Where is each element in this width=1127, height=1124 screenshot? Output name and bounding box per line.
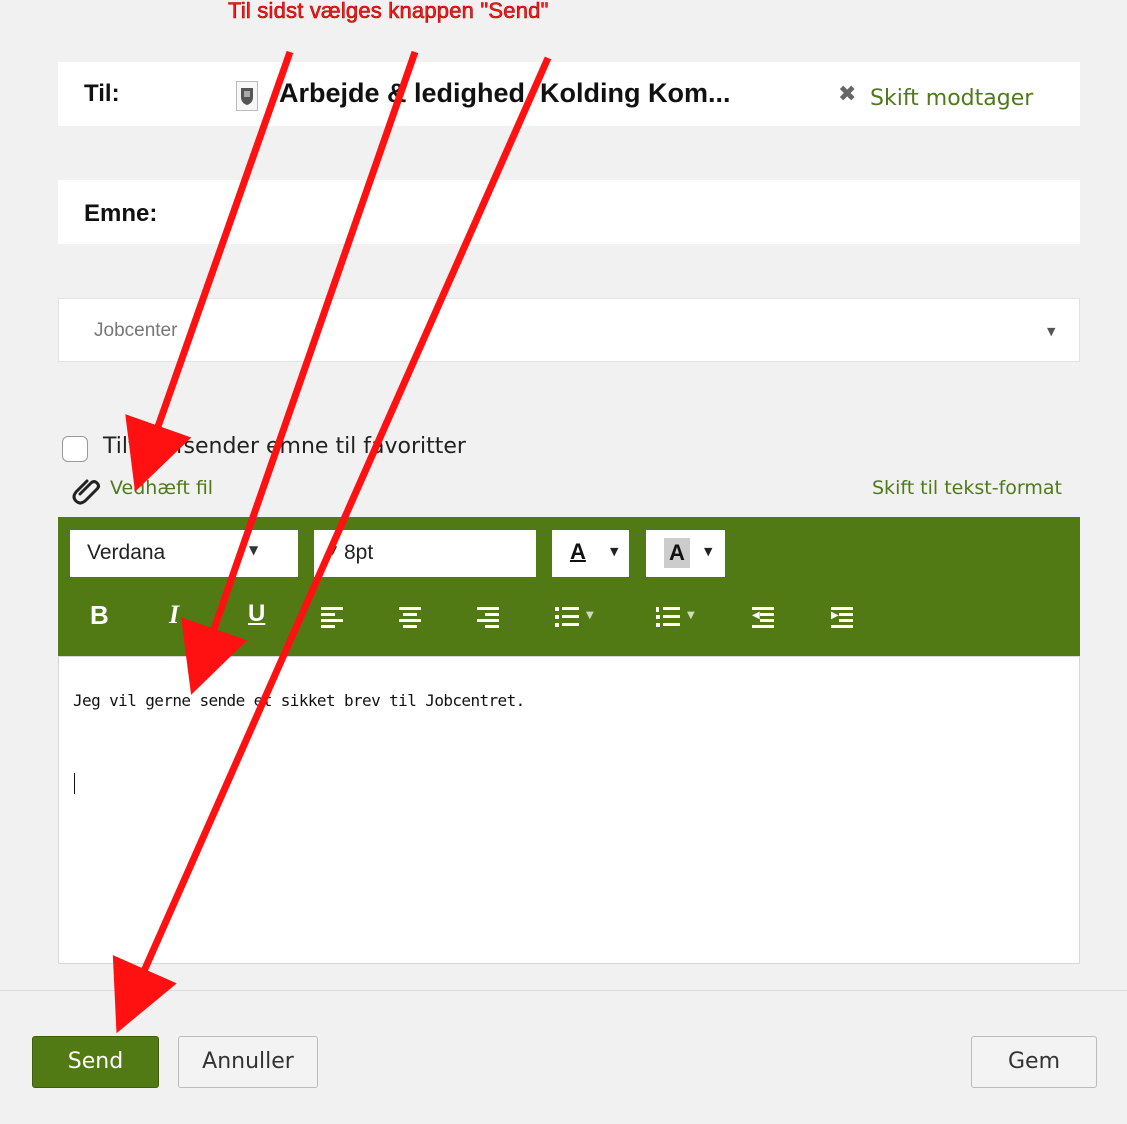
font-size-value: 8pt — [344, 541, 374, 564]
align-center-icon[interactable] — [399, 607, 421, 629]
bold-button[interactable]: B — [90, 600, 109, 631]
favorites-checkbox[interactable] — [62, 436, 88, 462]
text-color-button[interactable]: A ▼ — [552, 530, 629, 577]
text-color-icon: A — [570, 539, 586, 564]
subject-field[interactable]: Emne: — [58, 180, 1080, 244]
chevron-down-icon: ▼ — [610, 545, 619, 558]
attach-file-link[interactable]: Vedhæft fil — [110, 477, 213, 499]
favorites-checkbox-label: Tilføj afsender emne til favoritter — [103, 434, 466, 459]
footer-divider — [0, 990, 1127, 991]
switch-to-text-format-link[interactable]: Skift til tekst-format — [872, 477, 1062, 499]
background-color-icon: A — [664, 538, 690, 568]
chevron-down-icon: ▼ — [249, 543, 259, 557]
subject-label: Emne: — [84, 200, 158, 227]
save-button[interactable]: Gem — [971, 1036, 1097, 1088]
chevron-down-icon: ▼ — [704, 545, 713, 558]
text-cursor — [74, 773, 75, 794]
align-left-icon[interactable] — [321, 607, 343, 629]
switch-recipient-link[interactable]: Skift modtager — [870, 86, 1033, 111]
font-size-select[interactable]: ▼ 8pt — [314, 530, 536, 577]
send-button[interactable]: Send — [32, 1036, 159, 1088]
font-family-select[interactable]: Verdana ▼ — [70, 530, 298, 577]
recipient-row: Til: Arbejde & ledighed, Kolding Kom... … — [58, 62, 1080, 126]
background-color-button[interactable]: A ▼ — [646, 530, 725, 577]
font-family-value: Verdana — [87, 541, 166, 564]
numbered-list-icon[interactable]: ▼ — [656, 607, 700, 629]
outdent-icon[interactable]: ◀ — [752, 607, 774, 629]
bullet-list-icon[interactable]: ▼ — [555, 607, 599, 629]
italic-button[interactable]: I — [169, 600, 179, 630]
indent-icon[interactable]: ▶ — [831, 607, 853, 629]
editor-toolbar: Verdana ▼ ▼ 8pt A ▼ A ▼ B I U ▼ ▼ ◀ ▶ — [58, 517, 1080, 656]
chevron-down-icon: ▼ — [1047, 325, 1056, 338]
underline-button[interactable]: U — [248, 600, 265, 628]
editor-body-text: Jeg vil gerne sende et sikket brev til J… — [73, 691, 525, 710]
annotation-caption: Til sidst vælges knappen "Send" — [228, 0, 549, 23]
recipient-label: Til: — [84, 80, 120, 107]
recipient-name: Arbejde & ledighed, Kolding Kom... — [279, 78, 731, 108]
cancel-button[interactable]: Annuller — [178, 1036, 318, 1088]
message-editor[interactable]: Jeg vil gerne sende et sikket brev til J… — [58, 656, 1080, 964]
chevron-down-icon: ▼ — [328, 543, 338, 557]
paperclip-icon[interactable] — [72, 474, 102, 506]
municipality-crest-icon — [236, 81, 258, 111]
category-select[interactable]: Jobcenter ▼ — [58, 298, 1080, 362]
close-icon[interactable]: ✖ — [838, 82, 856, 107]
align-right-icon[interactable] — [477, 607, 499, 629]
category-select-value: Jobcenter — [94, 320, 178, 341]
